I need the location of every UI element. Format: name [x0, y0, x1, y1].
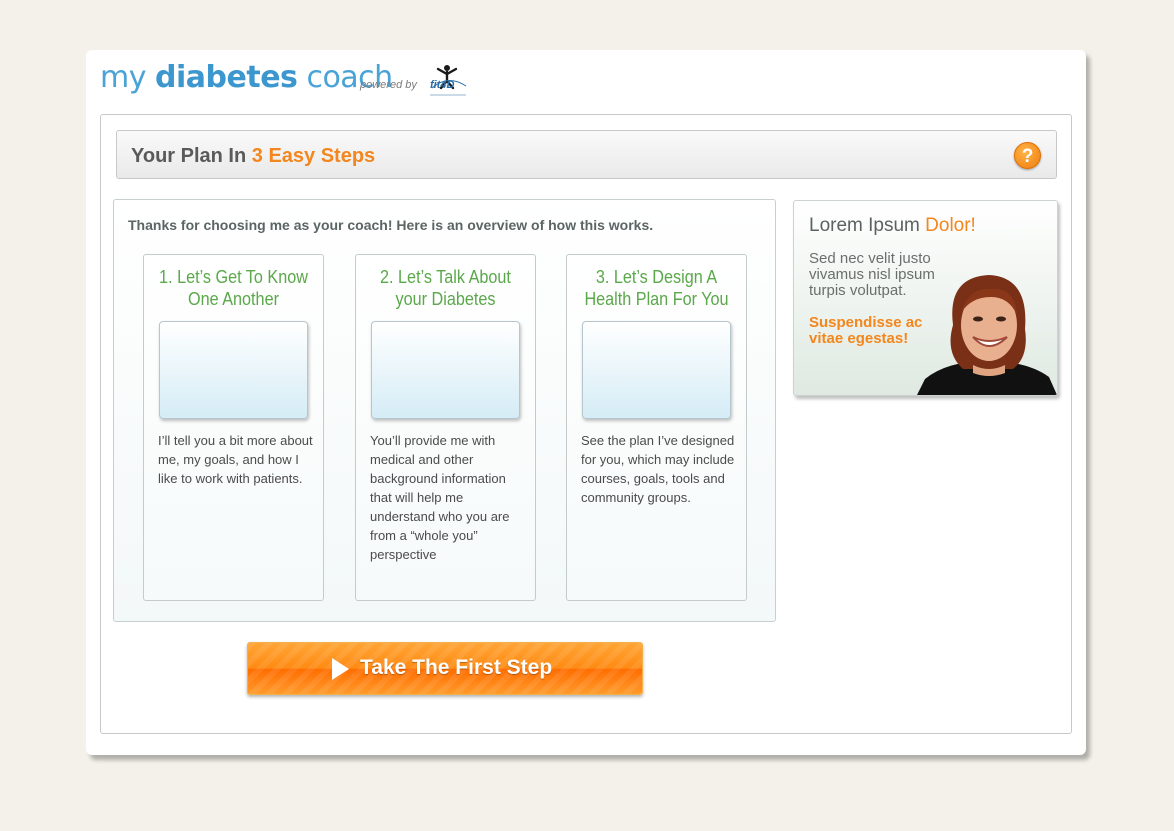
coach-promo: Lorem Ipsum Dolor! Sed nec velit justo v… [793, 200, 1058, 396]
step-image-placeholder [159, 321, 308, 419]
step-image-placeholder [371, 321, 520, 419]
step-description: See the plan I’ve designed for you, whic… [581, 433, 735, 505]
step-image-placeholder [582, 321, 731, 419]
step-title: 3. Let’s Design A Health Plan For You [584, 267, 729, 309]
overview-panel: Thanks for choosing me as your coach! He… [113, 199, 776, 622]
coach-photo [917, 275, 1057, 395]
step-description: I’ll tell you a bit more about me, my go… [158, 433, 313, 486]
app-logo[interactable]: my diabetes coach [100, 60, 393, 95]
step-title: 1. Let’s Get To Know One Another [159, 267, 308, 309]
logo-brand: diabetes [155, 60, 298, 95]
step-card-3: 3. Let’s Design A Health Plan For You Se… [566, 254, 747, 601]
title-accent: 3 Easy Steps [251, 145, 376, 167]
promo-title: Lorem Ipsum Dolor! [809, 215, 976, 237]
title-prefix: Your Plan In [131, 145, 247, 167]
logo-prefix: my [100, 60, 146, 95]
help-button[interactable]: ? [1014, 142, 1041, 169]
promo-title-prefix: Lorem Ipsum [809, 215, 920, 236]
step-card-2: 2. Let’s Talk About your Diabetes You’ll… [355, 254, 536, 601]
page-title: Your Plan In 3 Easy Steps [131, 145, 375, 168]
plan-panel: Your Plan In 3 Easy Steps ? Thanks for c… [100, 114, 1072, 734]
plan-header: Your Plan In 3 Easy Steps ? [116, 130, 1057, 179]
step-title: 2. Let’s Talk About your Diabetes [380, 267, 511, 309]
promo-title-accent: Dolor! [925, 215, 976, 236]
step-description: You’ll provide me with medical and other… [370, 433, 510, 562]
partner-logo: fit4D [426, 64, 470, 98]
cta-label: Take The First Step [360, 656, 553, 679]
question-circle-icon: ? [1021, 146, 1034, 167]
take-first-step-button[interactable]: Take The First Step [247, 642, 643, 695]
play-triangle-icon [332, 658, 349, 680]
overview-intro: Thanks for choosing me as your coach! He… [128, 217, 654, 233]
main-card: my diabetes coach powered by fit4D Your … [86, 50, 1086, 755]
powered-by-label: powered by [360, 79, 417, 91]
partner-name: fit4D [430, 79, 455, 91]
step-card-1: 1. Let’s Get To Know One Another I’ll te… [143, 254, 324, 601]
